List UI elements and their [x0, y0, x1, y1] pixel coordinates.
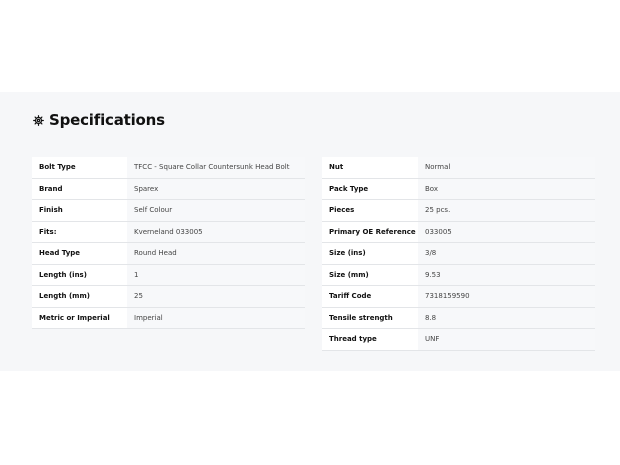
spec-value: 25: [127, 285, 305, 308]
spec-label: Primary OE Reference: [322, 221, 418, 243]
spec-label: Tensile strength: [322, 307, 418, 329]
spec-row: Nut Normal: [322, 157, 595, 179]
spec-row: Length (ins) 1: [32, 264, 305, 286]
spec-row: Tensile strength 8.8: [322, 307, 595, 329]
spec-row: Finish Self Colour: [32, 199, 305, 222]
spec-label: Nut: [322, 157, 418, 179]
spec-value: Sparex: [127, 178, 305, 200]
section-title: Specifications: [49, 111, 165, 129]
spec-label: Size (mm): [322, 264, 418, 286]
specifications-heading: Specifications: [33, 110, 165, 130]
spec-label: Bolt Type: [32, 157, 127, 179]
spec-row: Brand Sparex: [32, 178, 305, 200]
spec-value: 3/8: [418, 242, 595, 265]
spec-label: Size (ins): [322, 242, 418, 265]
spec-row: Primary OE Reference 033005: [322, 221, 595, 243]
spec-label: Fits:: [32, 221, 127, 243]
spec-label: Length (mm): [32, 285, 127, 308]
spec-value: 8.8: [418, 307, 595, 329]
spec-label: Tariff Code: [322, 285, 418, 308]
spec-table-right: Nut Normal Pack Type Box Pieces 25 pcs. …: [322, 157, 595, 351]
spec-row: Head Type Round Head: [32, 242, 305, 265]
spec-value: 1: [127, 264, 305, 286]
spec-label: Length (ins): [32, 264, 127, 286]
spec-label: Brand: [32, 178, 127, 200]
spec-table-left: Bolt Type TFCC - Square Collar Countersu…: [32, 157, 305, 329]
spec-row: Pack Type Box: [322, 178, 595, 200]
spec-row: Size (mm) 9.53: [322, 264, 595, 286]
spec-row: Size (ins) 3/8: [322, 242, 595, 265]
spec-value: 9.53: [418, 264, 595, 286]
spec-label: Head Type: [32, 242, 127, 265]
spec-label: Metric or Imperial: [32, 307, 127, 329]
spec-row: Tariff Code 7318159590: [322, 285, 595, 308]
spec-row: Fits: Kverneland 033005: [32, 221, 305, 243]
spec-value: Self Colour: [127, 199, 305, 222]
spec-label: Thread type: [322, 328, 418, 351]
spec-row: Pieces 25 pcs.: [322, 199, 595, 222]
spec-value: 7318159590: [418, 285, 595, 308]
spec-value: Box: [418, 178, 595, 200]
spec-value: Normal: [418, 157, 595, 179]
spec-value: 033005: [418, 221, 595, 243]
spec-label: Pieces: [322, 199, 418, 222]
spec-value: 25 pcs.: [418, 199, 595, 222]
spec-value: UNF: [418, 328, 595, 351]
spec-label: Pack Type: [322, 178, 418, 200]
spec-row: Metric or Imperial Imperial: [32, 307, 305, 329]
spec-value: Kverneland 033005: [127, 221, 305, 243]
spec-row: Thread type UNF: [322, 328, 595, 351]
spec-value: Imperial: [127, 307, 305, 329]
spec-label: Finish: [32, 199, 127, 222]
spec-value: TFCC - Square Collar Countersunk Head Bo…: [127, 157, 305, 179]
spec-row: Length (mm) 25: [32, 285, 305, 308]
gear-icon: [33, 114, 44, 126]
spec-row: Bolt Type TFCC - Square Collar Countersu…: [32, 157, 305, 179]
spec-value: Round Head: [127, 242, 305, 265]
